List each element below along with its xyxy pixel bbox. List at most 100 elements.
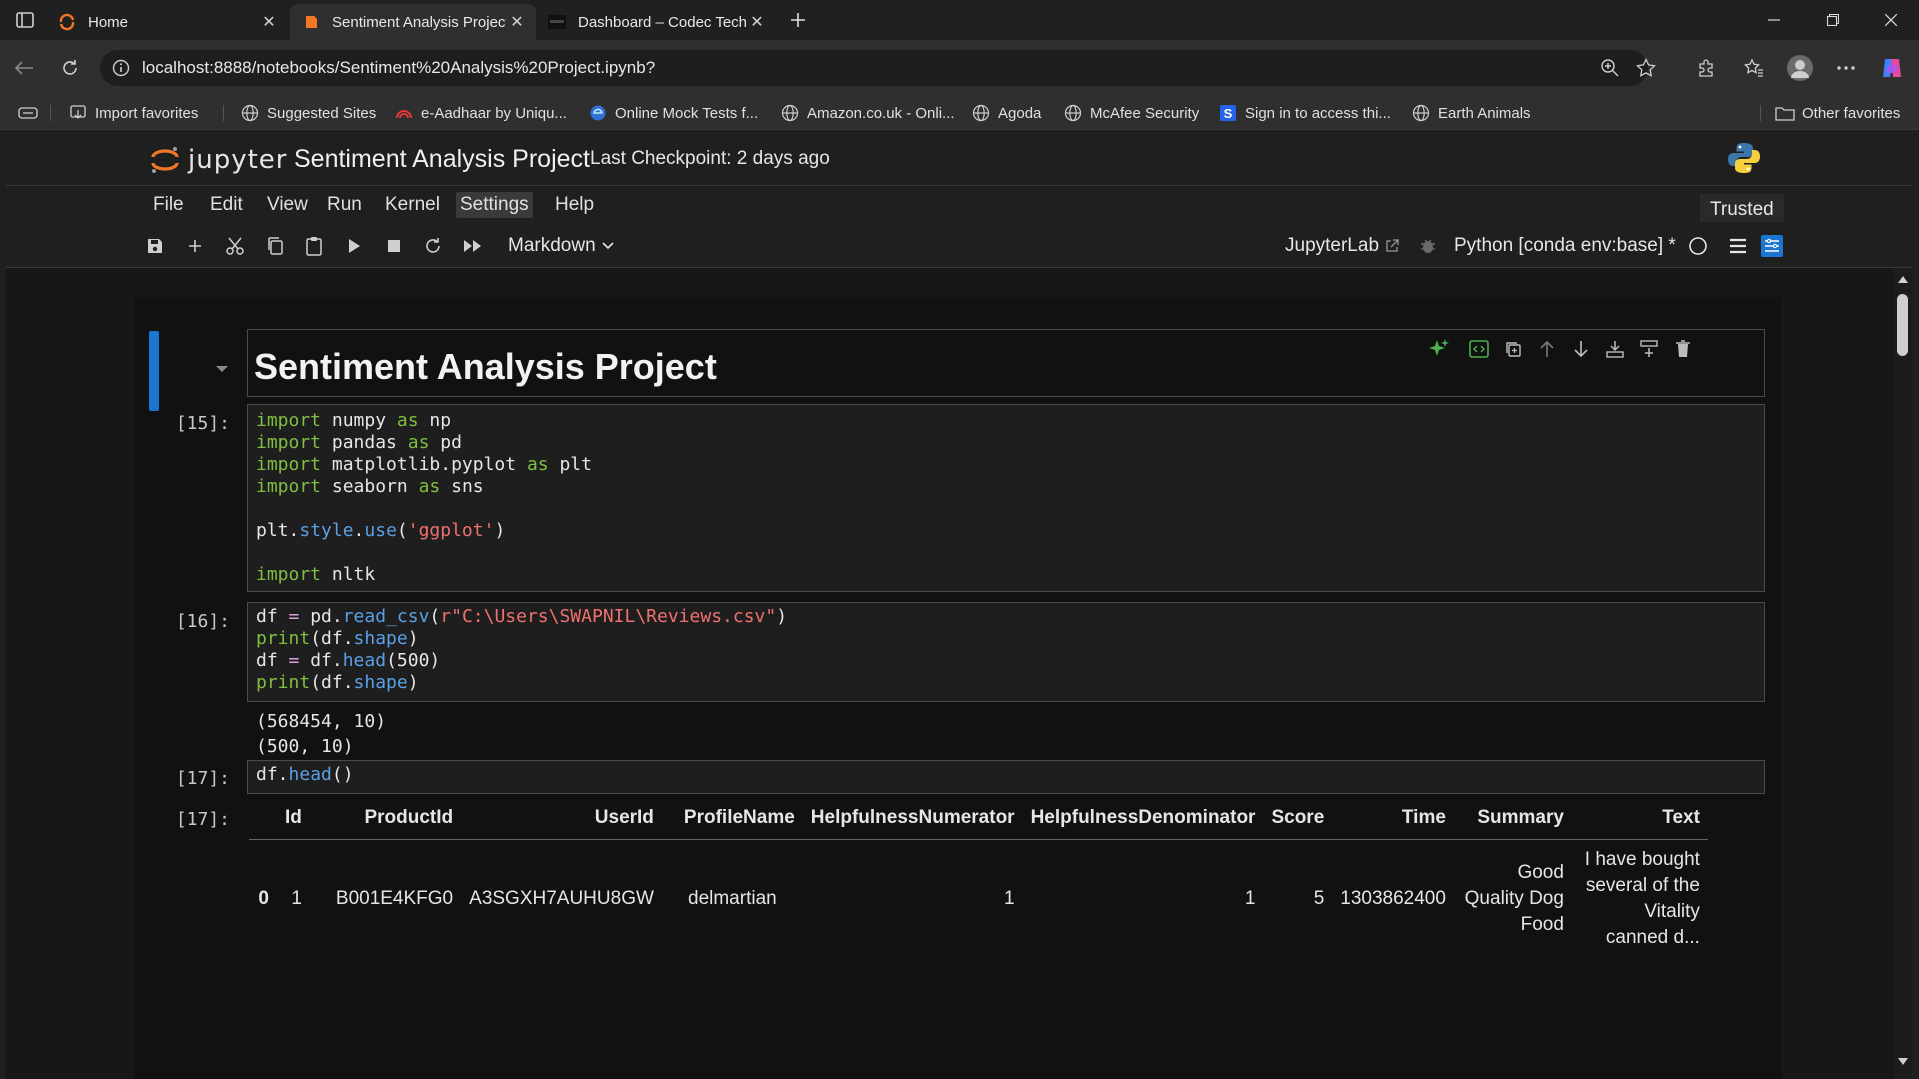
bookmark-amazon[interactable]: Amazon.co.uk - Onli... [780, 102, 955, 124]
cell-toolbar [1426, 336, 1696, 362]
cut-icon[interactable] [221, 232, 249, 260]
insert-above-icon[interactable] [1602, 339, 1628, 359]
code-editor[interactable]: df = pd.read_csv(r"C:\Users\SWAPNIL\Revi… [256, 606, 787, 694]
code-editor[interactable]: import numpy as np import pandas as pd imp… [256, 410, 592, 586]
favorite-star-icon[interactable] [1636, 58, 1656, 78]
code-token: matplotlib.pyplot [321, 454, 527, 475]
bookmark-suggested-sites[interactable]: Suggested Sites [240, 102, 376, 124]
scroll-up-arrow-icon[interactable] [1898, 276, 1908, 283]
active-cell-indicator[interactable] [149, 331, 159, 411]
bookmark-mcafee[interactable]: McAfee Security [1063, 102, 1199, 124]
notebook-title[interactable]: Sentiment Analysis Project [294, 145, 590, 174]
code-token: 'ggplot' [407, 520, 495, 541]
tab-actions-icon[interactable] [12, 8, 38, 32]
code-token: as [396, 410, 419, 431]
code-editor[interactable]: df.head() [256, 764, 354, 786]
code-cell-df-head[interactable]: df.head() [247, 760, 1765, 794]
cell-type-dropdown[interactable]: Markdown [508, 233, 614, 259]
tab-home[interactable]: Home ✕ [46, 4, 288, 40]
menu-view[interactable]: View [263, 192, 312, 218]
close-tab-icon[interactable]: ✕ [746, 11, 768, 33]
markdown-cell[interactable]: Sentiment Analysis Project [247, 329, 1765, 397]
insert-below-icon[interactable] [1636, 339, 1662, 359]
notebook-scrollbar[interactable] [1893, 268, 1912, 1079]
close-window-button[interactable] [1862, 0, 1919, 40]
menu-help[interactable]: Help [551, 192, 598, 218]
delete-cell-icon[interactable] [1670, 340, 1696, 358]
tab-sentiment-analysis[interactable]: Sentiment Analysis Project ✕ [290, 4, 536, 40]
bookmark-label: Sign in to access thi... [1245, 104, 1391, 122]
copy-icon[interactable] [261, 232, 289, 260]
duplicate-cell-icon[interactable] [1500, 340, 1526, 358]
cell-prompt: [15]: [175, 413, 230, 434]
back-button[interactable] [8, 52, 40, 84]
address-bar[interactable]: localhost:8888/notebooks/Sentiment%20Ana… [100, 50, 1656, 86]
kernel-name[interactable]: Python [conda env:base] * [1454, 235, 1676, 257]
property-inspector-icon[interactable] [1758, 232, 1786, 260]
more-options-icon[interactable] [1830, 52, 1862, 84]
bookmark-online-mock-tests[interactable]: Online Mock Tests f... [588, 102, 758, 124]
render-side-by-side-icon[interactable] [1466, 340, 1492, 358]
bookmark-agoda[interactable]: Agoda [971, 102, 1041, 124]
profile-avatar[interactable] [1784, 52, 1816, 84]
column-header: HelpfulnessNumerator [802, 801, 1023, 840]
paste-icon[interactable] [300, 232, 328, 260]
favorites-icon[interactable] [1738, 52, 1770, 84]
new-tab-button[interactable] [784, 6, 812, 34]
notebook-toolbar: Markdown JupyterLab Python [conda env:ba… [6, 222, 1912, 268]
bookmark-sign-in[interactable]: S Sign in to access thi... [1218, 102, 1391, 124]
collections-icon[interactable] [18, 104, 38, 122]
bookmark-earth-animals[interactable]: Earth Animals [1411, 102, 1531, 124]
save-icon[interactable] [141, 232, 169, 260]
copilot-icon[interactable] [1876, 52, 1908, 84]
code-token: np [418, 410, 452, 431]
code-cell-imports[interactable]: import numpy as np import pandas as pd imp… [247, 404, 1765, 592]
table-cell: I have bought several of the Vitality ca… [1584, 848, 1700, 948]
insert-cell-icon[interactable] [181, 232, 209, 260]
menu-settings[interactable]: Settings [456, 192, 533, 218]
site-info-icon[interactable] [112, 59, 130, 77]
restore-window-button[interactable] [1804, 0, 1862, 40]
menu-file[interactable]: File [149, 192, 188, 218]
column-header: Id [277, 801, 310, 840]
code-line: print(df.shape) [256, 628, 787, 650]
home-tab-favicon [58, 13, 76, 31]
toc-menu-icon[interactable] [1724, 232, 1752, 260]
globe-icon [780, 103, 800, 123]
menu-kernel[interactable]: Kernel [381, 192, 444, 218]
zoom-icon[interactable] [1600, 58, 1620, 78]
run-cell-icon[interactable] [340, 232, 368, 260]
code-token: head [288, 764, 332, 785]
scrollbar-thumb[interactable] [1897, 294, 1908, 356]
restart-kernel-icon[interactable] [419, 232, 447, 260]
move-down-icon[interactable] [1568, 340, 1594, 358]
code-token: (500) [386, 650, 441, 671]
close-tab-icon[interactable]: ✕ [258, 11, 280, 33]
collapse-chevron-icon[interactable] [215, 365, 229, 373]
ai-sparkle-icon[interactable] [1426, 338, 1452, 360]
code-token: df [256, 650, 289, 671]
jupyter-header: jupyter Sentiment Analysis Project Last … [6, 131, 1912, 186]
jupyter-logo[interactable]: jupyter [148, 143, 287, 177]
jupyterlab-link[interactable]: JupyterLab [1285, 233, 1399, 259]
extensions-icon[interactable] [1690, 52, 1722, 84]
code-line: import pandas as pd [256, 432, 592, 454]
tab-dashboard-codec[interactable]: Dashboard – Codec Technologies ✕ [536, 4, 776, 40]
table-header-row: Id ProductId UserId ProfileName Helpfuln… [249, 801, 1708, 840]
debugger-icon[interactable] [1414, 232, 1442, 260]
scroll-down-arrow-icon[interactable] [1898, 1058, 1908, 1065]
move-up-icon[interactable] [1534, 340, 1560, 358]
menu-edit[interactable]: Edit [206, 192, 247, 218]
bookmark-import-favorites[interactable]: Import favorites [68, 102, 198, 124]
interrupt-kernel-icon[interactable] [380, 232, 408, 260]
bookmark-e-aadhaar[interactable]: e-Aadhaar by Uniqu... [394, 102, 567, 124]
restart-run-all-icon[interactable] [459, 232, 487, 260]
other-favorites-folder[interactable]: Other favorites [1775, 102, 1900, 124]
close-tab-icon[interactable]: ✕ [506, 11, 528, 33]
code-line: plt.style.use('ggplot') [256, 520, 592, 542]
refresh-button[interactable] [54, 52, 86, 84]
menu-run[interactable]: Run [323, 192, 366, 218]
code-cell-read-csv[interactable]: df = pd.read_csv(r"C:\Users\SWAPNIL\Revi… [247, 602, 1765, 702]
minimize-window-button[interactable] [1745, 0, 1803, 40]
